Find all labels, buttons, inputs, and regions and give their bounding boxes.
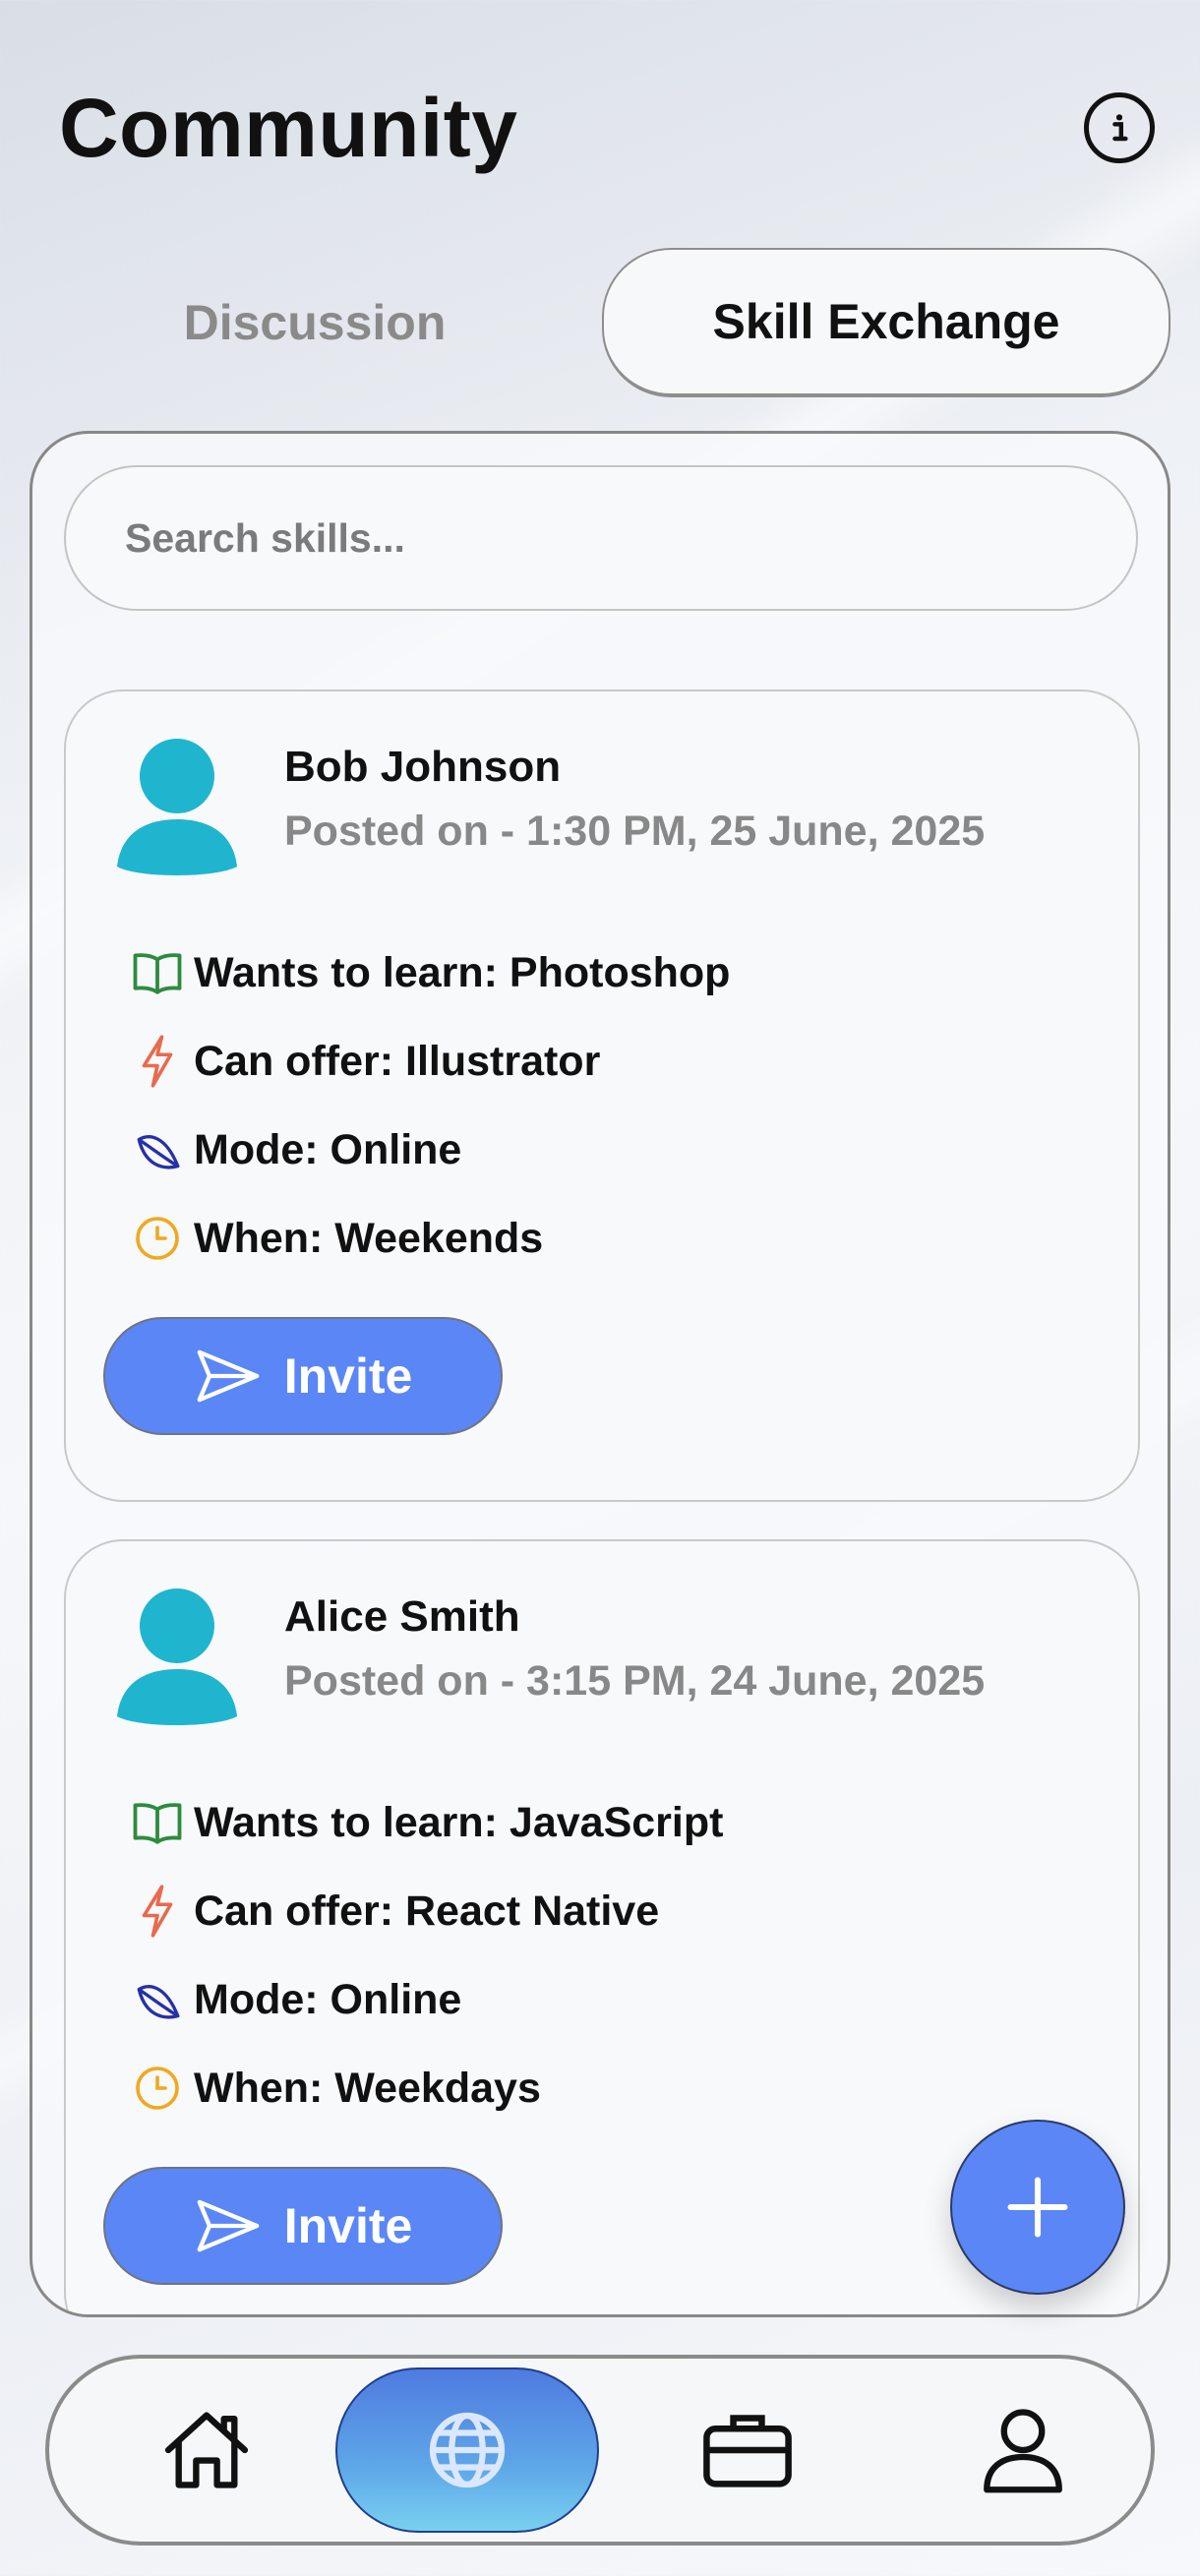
- when-text: When: Weekends: [194, 1214, 544, 1262]
- add-post-button[interactable]: [950, 2120, 1125, 2295]
- nav-community[interactable]: [334, 2359, 600, 2542]
- mode-row: Mode: Online: [129, 1970, 461, 2029]
- bottom-nav: [45, 2355, 1155, 2546]
- user-icon: [984, 2409, 1062, 2493]
- search-input[interactable]: Search skills...: [64, 465, 1138, 611]
- wants-text: Wants to learn: JavaScript: [194, 1798, 724, 1846]
- tab-skill-exchange[interactable]: Skill Exchange: [602, 248, 1170, 397]
- mode-text: Mode: Online: [194, 1975, 462, 2023]
- info-icon: [1112, 114, 1128, 142]
- nav-community-active-pill: [335, 2367, 599, 2533]
- offer-row: Can offer: React Native: [129, 1882, 659, 1941]
- zap-icon: [129, 1033, 186, 1090]
- invite-label: Invite: [283, 1348, 413, 1404]
- when-text: When: Weekdays: [194, 2064, 541, 2112]
- zap-icon: [129, 1883, 186, 1940]
- skill-exchange-panel: Search skills... Bob Johnson Posted on -…: [30, 431, 1170, 2317]
- send-icon: [194, 2196, 263, 2255]
- send-icon: [194, 1347, 263, 1406]
- page-title: Community: [59, 82, 518, 174]
- when-row: When: Weekends: [129, 1209, 543, 1268]
- invite-button[interactable]: Invite: [103, 1317, 503, 1435]
- home-icon: [164, 2412, 249, 2488]
- tab-discussion[interactable]: Discussion: [59, 248, 570, 397]
- briefcase-icon: [703, 2415, 792, 2487]
- info-button[interactable]: [1084, 92, 1155, 163]
- wants-text: Wants to learn: Photoshop: [194, 948, 731, 996]
- wants-row: Wants to learn: JavaScript: [129, 1793, 723, 1852]
- when-row: When: Weekdays: [129, 2059, 541, 2118]
- clock-icon: [129, 1210, 186, 1267]
- avatar-icon: [117, 739, 237, 875]
- poster-name: Alice Smith: [284, 1592, 520, 1641]
- invite-button[interactable]: Invite: [103, 2167, 503, 2285]
- offer-text: Can offer: React Native: [194, 1887, 660, 1935]
- clock-icon: [129, 2060, 186, 2117]
- posted-time: Posted on - 1:30 PM, 25 June, 2025: [284, 808, 986, 855]
- wants-row: Wants to learn: Photoshop: [129, 943, 730, 1002]
- skill-post-card: Bob Johnson Posted on - 1:30 PM, 25 June…: [64, 689, 1140, 1502]
- leaf-icon: [129, 1971, 186, 2028]
- poster-name: Bob Johnson: [284, 743, 562, 791]
- offer-row: Can offer: Illustrator: [129, 1032, 600, 1091]
- avatar-icon: [117, 1588, 237, 1725]
- nav-home[interactable]: [118, 2359, 295, 2542]
- offer-text: Can offer: Illustrator: [194, 1037, 601, 1085]
- book-open-icon: [129, 944, 186, 1001]
- nav-profile[interactable]: [934, 2359, 1111, 2542]
- invite-label: Invite: [283, 2198, 413, 2253]
- mode-row: Mode: Online: [129, 1120, 461, 1179]
- mode-text: Mode: Online: [194, 1125, 462, 1173]
- book-open-icon: [129, 1794, 186, 1851]
- nav-opportunities[interactable]: [659, 2359, 836, 2542]
- globe-icon: [429, 2412, 506, 2488]
- plus-icon: [1007, 2177, 1068, 2238]
- leaf-icon: [129, 1121, 186, 1178]
- posted-time: Posted on - 3:15 PM, 24 June, 2025: [284, 1657, 986, 1705]
